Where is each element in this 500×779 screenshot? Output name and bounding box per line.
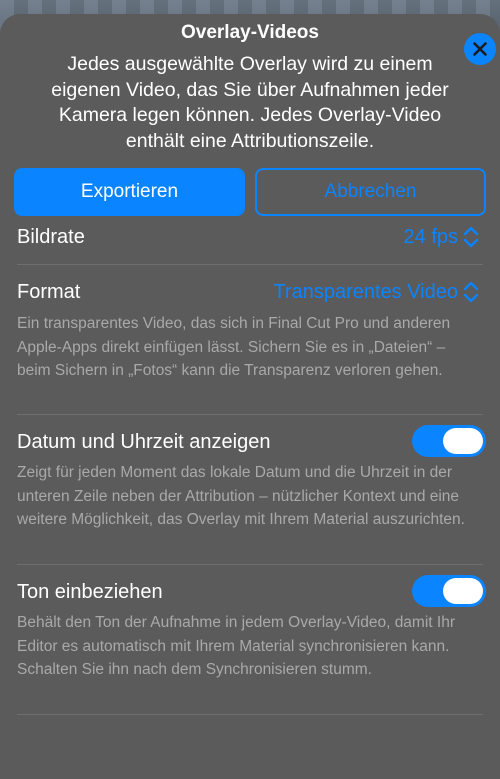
format-value[interactable]: Transparentes Video <box>273 281 458 304</box>
sound-help-text: Behält den Ton der Aufnahme in jedem Ove… <box>17 614 455 678</box>
framerate-label: Bildrate <box>17 226 85 248</box>
sound-toggle[interactable] <box>412 575 486 607</box>
chevron-updown-icon[interactable] <box>462 279 480 305</box>
sheet-title: Overlay-Videos <box>180 22 319 43</box>
datetime-help-text: Zeigt für jeden Moment das lokale Datum … <box>17 464 465 528</box>
datetime-label: Datum und Uhrzeit anzeigen <box>17 431 271 453</box>
sheet-description: Jedes ausgewählte Overlay wird zu einem … <box>51 53 449 152</box>
overlay-videos-sheet: Overlay-Videos Jedes ausgewählte Overlay… <box>0 14 500 779</box>
datetime-toggle[interactable] <box>412 425 486 457</box>
divider <box>17 414 483 415</box>
export-button[interactable]: Exportieren <box>14 168 245 216</box>
cancel-button[interactable]: Abbrechen <box>255 168 486 216</box>
toggle-knob <box>443 428 483 454</box>
divider <box>17 264 483 265</box>
close-icon <box>473 42 487 56</box>
framerate-value[interactable]: 24 fps <box>404 226 458 249</box>
divider <box>17 564 483 565</box>
chevron-updown-icon[interactable] <box>462 224 480 250</box>
sound-label: Ton einbeziehen <box>17 581 163 603</box>
format-help-text: Ein transparentes Video, das sich in Fin… <box>17 315 451 379</box>
divider <box>17 714 483 715</box>
toggle-knob <box>443 578 483 604</box>
format-label: Format <box>17 281 81 303</box>
